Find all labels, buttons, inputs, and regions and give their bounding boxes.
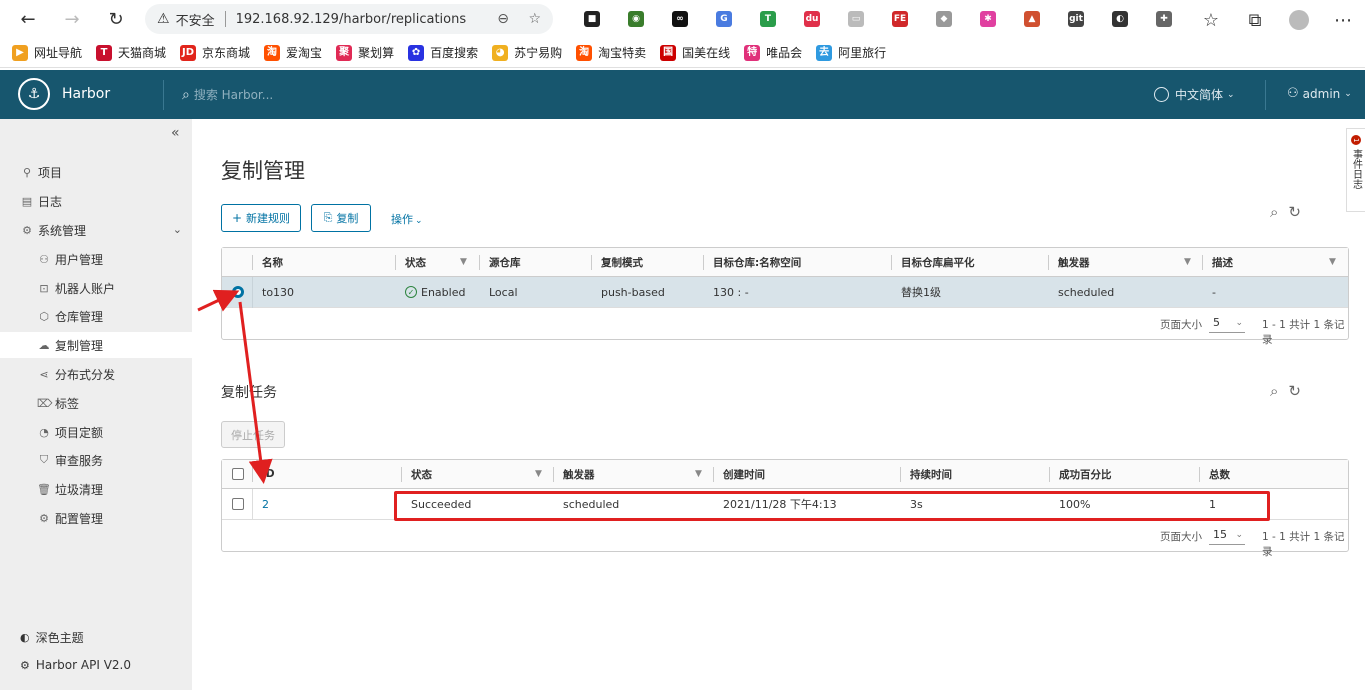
arrow-to-task: [238, 301, 273, 484]
arrow-to-radio: [197, 289, 240, 312]
annotation-arrows: [197, 289, 273, 484]
